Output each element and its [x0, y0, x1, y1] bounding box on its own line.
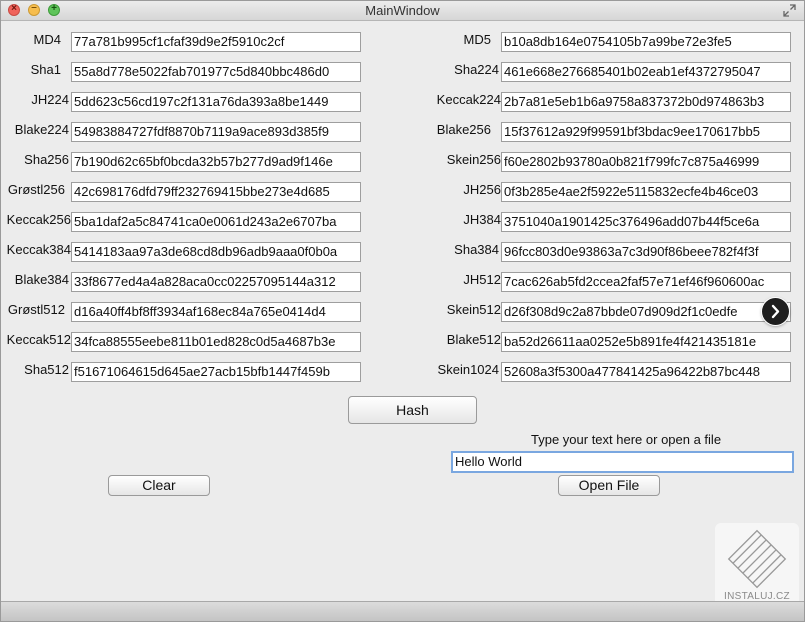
- hash-output-field[interactable]: f51671064615d645ae27acb15bfb1447f459b: [71, 362, 361, 382]
- hash-output-field[interactable]: d26f308d9c2a87bbde07d909d2f1c0edfe: [501, 302, 791, 322]
- hash-label: Keccak512: [6, 332, 71, 347]
- hash-label: Blake384: [14, 272, 69, 287]
- hash-label: JH512: [463, 272, 501, 287]
- hash-label: Skein1024: [437, 362, 499, 377]
- hash-label: MD4: [33, 32, 61, 47]
- hash-label: Skein512: [446, 302, 501, 317]
- hash-output-field[interactable]: 5ba1daf2a5c84741ca0e0061d243a2e6707ba: [71, 212, 361, 232]
- hash-label: Grøstl256: [7, 182, 65, 197]
- input-hint-label: Type your text here or open a file: [531, 432, 722, 447]
- hash-output-field[interactable]: 2b7a81e5eb1b6a9758a837372b0d974863b3: [501, 92, 791, 112]
- hash-label: Blake224: [14, 122, 69, 137]
- hash-label: Keccak256: [6, 212, 71, 227]
- hash-label: Blake512: [446, 332, 501, 347]
- hash-output-field[interactable]: 7cac626ab5fd2ccea2faf57e71ef46f960600ac: [501, 272, 791, 292]
- chevron-right-icon: [771, 304, 780, 319]
- hash-output-field[interactable]: 52608a3f5300a477841425a96422b87bc448: [501, 362, 791, 382]
- hash-label: Blake256: [436, 122, 491, 137]
- status-bar: [1, 601, 804, 621]
- open-file-button[interactable]: Open File: [558, 475, 660, 496]
- hash-button[interactable]: Hash: [348, 396, 477, 424]
- scroll-right-button[interactable]: [762, 298, 789, 325]
- hash-output-field[interactable]: f60e2802b93780a0b821f799fc7c875a46999: [501, 152, 791, 172]
- hash-label: JH224: [31, 92, 69, 107]
- hash-output-field[interactable]: ba52d26611aa0252e5b891fe4f421435181e: [501, 332, 791, 352]
- hash-label: Sha1: [30, 62, 61, 77]
- hash-label: Skein256: [446, 152, 501, 167]
- hash-output-field[interactable]: 15f37612a929f99591bf3bdac9ee170617bb5: [501, 122, 791, 142]
- clear-button[interactable]: Clear: [108, 475, 210, 496]
- main-window: × – + MainWindow MD4 77a781b995cf1cfaf39…: [0, 0, 805, 622]
- hash-output-field[interactable]: b10a8db164e0754105b7a99be72e3fe5: [501, 32, 791, 52]
- hash-output-field[interactable]: 7b190d62c65bf0bcda32b57b277d9ad9f146e: [71, 152, 361, 172]
- hash-label: Sha512: [24, 362, 69, 377]
- text-input-field[interactable]: Hello World: [451, 451, 794, 473]
- hash-label: Sha224: [454, 62, 499, 77]
- hash-output-field[interactable]: 3751040a1901425c376496add07b44f5ce6a: [501, 212, 791, 232]
- hash-label: Keccak224: [436, 92, 501, 107]
- hash-output-field[interactable]: 54983884727fdf8870b7119a9ace893d385f9: [71, 122, 361, 142]
- hash-label: JH256: [463, 182, 501, 197]
- hash-output-field[interactable]: 42c698176dfd79ff232769415bbe273e4d685: [71, 182, 361, 202]
- hash-label: MD5: [463, 32, 491, 47]
- hash-label: Keccak384: [6, 242, 71, 257]
- hash-label: Sha384: [454, 242, 499, 257]
- window-title: MainWindow: [365, 3, 440, 18]
- instaluj-logo-icon: [727, 529, 787, 589]
- hash-output-field[interactable]: 5414183aa97a3de68cd8db96adb9aaa0f0b0a: [71, 242, 361, 262]
- hash-label: Grøstl512: [7, 302, 65, 317]
- fullscreen-icon[interactable]: [783, 4, 796, 17]
- hash-label: JH384: [463, 212, 501, 227]
- hash-output-field[interactable]: 5dd623c56cd197c2f131a76da393a8be1449: [71, 92, 361, 112]
- hash-output-field[interactable]: 96fcc803d0e93863a7c3d90f86beee782f4f3f: [501, 242, 791, 262]
- title-bar: × – + MainWindow: [1, 1, 804, 21]
- hash-output-field[interactable]: 33f8677ed4a4a828aca0cc02257095144a312: [71, 272, 361, 292]
- hash-output-field[interactable]: 77a781b995cf1cfaf39d9e2f5910c2cf: [71, 32, 361, 52]
- hash-output-field[interactable]: 34fca88555eebe811b01ed828c0d5a4687b3e: [71, 332, 361, 352]
- hash-output-field[interactable]: 55a8d778e5022fab701977c5d840bbc486d0: [71, 62, 361, 82]
- hash-output-field[interactable]: d16a40ff4bf8ff3934af168ec84a765e0414d4: [71, 302, 361, 322]
- hash-label: Sha256: [24, 152, 69, 167]
- hash-output-field[interactable]: 461e668e276685401b02eab1ef4372795047: [501, 62, 791, 82]
- hash-output-field[interactable]: 0f3b285e4ae2f5922e5115832ecfe4b46ce03: [501, 182, 791, 202]
